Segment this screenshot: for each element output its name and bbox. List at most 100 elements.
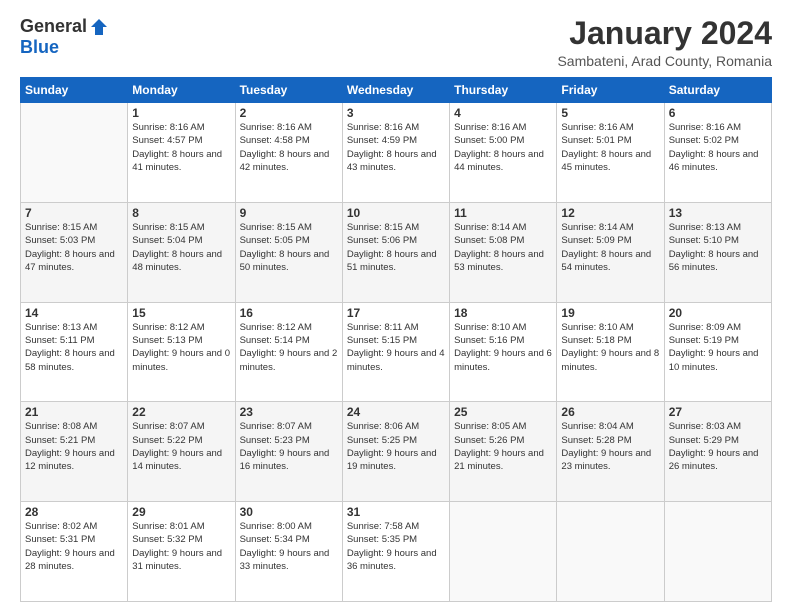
day-info: Sunrise: 8:06 AMSunset: 5:25 PMDaylight:…: [347, 420, 445, 473]
calendar-cell: 5Sunrise: 8:16 AMSunset: 5:01 PMDaylight…: [557, 103, 664, 203]
calendar-cell: 10Sunrise: 8:15 AMSunset: 5:06 PMDayligh…: [342, 202, 449, 302]
day-number: 24: [347, 405, 445, 419]
calendar-week-row: 21Sunrise: 8:08 AMSunset: 5:21 PMDayligh…: [21, 402, 772, 502]
day-info: Sunrise: 8:10 AMSunset: 5:18 PMDaylight:…: [561, 321, 659, 374]
day-info: Sunrise: 8:16 AMSunset: 5:01 PMDaylight:…: [561, 121, 659, 174]
day-number: 7: [25, 206, 123, 220]
day-header-friday: Friday: [557, 78, 664, 103]
calendar-cell: 17Sunrise: 8:11 AMSunset: 5:15 PMDayligh…: [342, 302, 449, 402]
calendar-cell: 11Sunrise: 8:14 AMSunset: 5:08 PMDayligh…: [450, 202, 557, 302]
calendar-cell: 18Sunrise: 8:10 AMSunset: 5:16 PMDayligh…: [450, 302, 557, 402]
calendar-cell: 25Sunrise: 8:05 AMSunset: 5:26 PMDayligh…: [450, 402, 557, 502]
calendar-cell: 21Sunrise: 8:08 AMSunset: 5:21 PMDayligh…: [21, 402, 128, 502]
day-number: 28: [25, 505, 123, 519]
day-number: 31: [347, 505, 445, 519]
day-info: Sunrise: 8:15 AMSunset: 5:04 PMDaylight:…: [132, 221, 230, 274]
calendar-cell: 22Sunrise: 8:07 AMSunset: 5:22 PMDayligh…: [128, 402, 235, 502]
calendar-cell: 1Sunrise: 8:16 AMSunset: 4:57 PMDaylight…: [128, 103, 235, 203]
day-header-thursday: Thursday: [450, 78, 557, 103]
day-number: 13: [669, 206, 767, 220]
day-number: 16: [240, 306, 338, 320]
day-info: Sunrise: 8:01 AMSunset: 5:32 PMDaylight:…: [132, 520, 230, 573]
day-info: Sunrise: 8:08 AMSunset: 5:21 PMDaylight:…: [25, 420, 123, 473]
calendar-cell: 13Sunrise: 8:13 AMSunset: 5:10 PMDayligh…: [664, 202, 771, 302]
day-number: 5: [561, 106, 659, 120]
day-number: 21: [25, 405, 123, 419]
calendar-cell: 31Sunrise: 7:58 AMSunset: 5:35 PMDayligh…: [342, 502, 449, 602]
day-info: Sunrise: 8:04 AMSunset: 5:28 PMDaylight:…: [561, 420, 659, 473]
day-info: Sunrise: 8:15 AMSunset: 5:05 PMDaylight:…: [240, 221, 338, 274]
calendar-cell: 24Sunrise: 8:06 AMSunset: 5:25 PMDayligh…: [342, 402, 449, 502]
calendar-cell: 28Sunrise: 8:02 AMSunset: 5:31 PMDayligh…: [21, 502, 128, 602]
day-number: 20: [669, 306, 767, 320]
calendar-cell: 19Sunrise: 8:10 AMSunset: 5:18 PMDayligh…: [557, 302, 664, 402]
day-number: 23: [240, 405, 338, 419]
calendar-cell: 26Sunrise: 8:04 AMSunset: 5:28 PMDayligh…: [557, 402, 664, 502]
logo-blue-text: Blue: [20, 37, 59, 58]
calendar-cell: 6Sunrise: 8:16 AMSunset: 5:02 PMDaylight…: [664, 103, 771, 203]
day-info: Sunrise: 8:10 AMSunset: 5:16 PMDaylight:…: [454, 321, 552, 374]
calendar-cell: [557, 502, 664, 602]
day-number: 18: [454, 306, 552, 320]
day-info: Sunrise: 8:13 AMSunset: 5:10 PMDaylight:…: [669, 221, 767, 274]
day-info: Sunrise: 8:16 AMSunset: 5:00 PMDaylight:…: [454, 121, 552, 174]
month-title: January 2024: [557, 16, 772, 51]
day-info: Sunrise: 8:07 AMSunset: 5:23 PMDaylight:…: [240, 420, 338, 473]
day-info: Sunrise: 8:11 AMSunset: 5:15 PMDaylight:…: [347, 321, 445, 374]
day-number: 3: [347, 106, 445, 120]
calendar-cell: 4Sunrise: 8:16 AMSunset: 5:00 PMDaylight…: [450, 103, 557, 203]
day-number: 12: [561, 206, 659, 220]
day-number: 2: [240, 106, 338, 120]
day-info: Sunrise: 8:15 AMSunset: 5:06 PMDaylight:…: [347, 221, 445, 274]
title-area: January 2024 Sambateni, Arad County, Rom…: [557, 16, 772, 69]
day-info: Sunrise: 8:16 AMSunset: 5:02 PMDaylight:…: [669, 121, 767, 174]
logo-general-text: General: [20, 16, 87, 37]
day-number: 22: [132, 405, 230, 419]
calendar-cell: 12Sunrise: 8:14 AMSunset: 5:09 PMDayligh…: [557, 202, 664, 302]
logo: General Blue: [20, 16, 109, 58]
day-number: 1: [132, 106, 230, 120]
calendar-cell: 23Sunrise: 8:07 AMSunset: 5:23 PMDayligh…: [235, 402, 342, 502]
header: General Blue January 2024 Sambateni, Ara…: [20, 16, 772, 69]
day-info: Sunrise: 8:07 AMSunset: 5:22 PMDaylight:…: [132, 420, 230, 473]
day-info: Sunrise: 8:15 AMSunset: 5:03 PMDaylight:…: [25, 221, 123, 274]
calendar-week-row: 7Sunrise: 8:15 AMSunset: 5:03 PMDaylight…: [21, 202, 772, 302]
day-info: Sunrise: 8:16 AMSunset: 4:59 PMDaylight:…: [347, 121, 445, 174]
day-info: Sunrise: 7:58 AMSunset: 5:35 PMDaylight:…: [347, 520, 445, 573]
day-header-tuesday: Tuesday: [235, 78, 342, 103]
day-number: 27: [669, 405, 767, 419]
day-number: 17: [347, 306, 445, 320]
day-info: Sunrise: 8:16 AMSunset: 4:57 PMDaylight:…: [132, 121, 230, 174]
day-info: Sunrise: 8:14 AMSunset: 5:09 PMDaylight:…: [561, 221, 659, 274]
day-number: 10: [347, 206, 445, 220]
day-header-sunday: Sunday: [21, 78, 128, 103]
day-info: Sunrise: 8:14 AMSunset: 5:08 PMDaylight:…: [454, 221, 552, 274]
day-number: 19: [561, 306, 659, 320]
calendar-cell: 2Sunrise: 8:16 AMSunset: 4:58 PMDaylight…: [235, 103, 342, 203]
day-number: 4: [454, 106, 552, 120]
location: Sambateni, Arad County, Romania: [557, 53, 772, 69]
calendar-cell: 7Sunrise: 8:15 AMSunset: 5:03 PMDaylight…: [21, 202, 128, 302]
day-number: 15: [132, 306, 230, 320]
calendar-cell: 16Sunrise: 8:12 AMSunset: 5:14 PMDayligh…: [235, 302, 342, 402]
day-info: Sunrise: 8:03 AMSunset: 5:29 PMDaylight:…: [669, 420, 767, 473]
day-number: 9: [240, 206, 338, 220]
day-header-monday: Monday: [128, 78, 235, 103]
calendar-cell: [664, 502, 771, 602]
day-header-saturday: Saturday: [664, 78, 771, 103]
day-number: 26: [561, 405, 659, 419]
day-number: 11: [454, 206, 552, 220]
day-info: Sunrise: 8:09 AMSunset: 5:19 PMDaylight:…: [669, 321, 767, 374]
calendar-week-row: 28Sunrise: 8:02 AMSunset: 5:31 PMDayligh…: [21, 502, 772, 602]
calendar-week-row: 1Sunrise: 8:16 AMSunset: 4:57 PMDaylight…: [21, 103, 772, 203]
day-number: 8: [132, 206, 230, 220]
calendar-cell: 27Sunrise: 8:03 AMSunset: 5:29 PMDayligh…: [664, 402, 771, 502]
calendar-cell: 3Sunrise: 8:16 AMSunset: 4:59 PMDaylight…: [342, 103, 449, 203]
calendar-cell: 29Sunrise: 8:01 AMSunset: 5:32 PMDayligh…: [128, 502, 235, 602]
day-info: Sunrise: 8:12 AMSunset: 5:14 PMDaylight:…: [240, 321, 338, 374]
day-header-wednesday: Wednesday: [342, 78, 449, 103]
calendar-cell: 14Sunrise: 8:13 AMSunset: 5:11 PMDayligh…: [21, 302, 128, 402]
day-number: 6: [669, 106, 767, 120]
day-info: Sunrise: 8:00 AMSunset: 5:34 PMDaylight:…: [240, 520, 338, 573]
calendar-cell: 8Sunrise: 8:15 AMSunset: 5:04 PMDaylight…: [128, 202, 235, 302]
